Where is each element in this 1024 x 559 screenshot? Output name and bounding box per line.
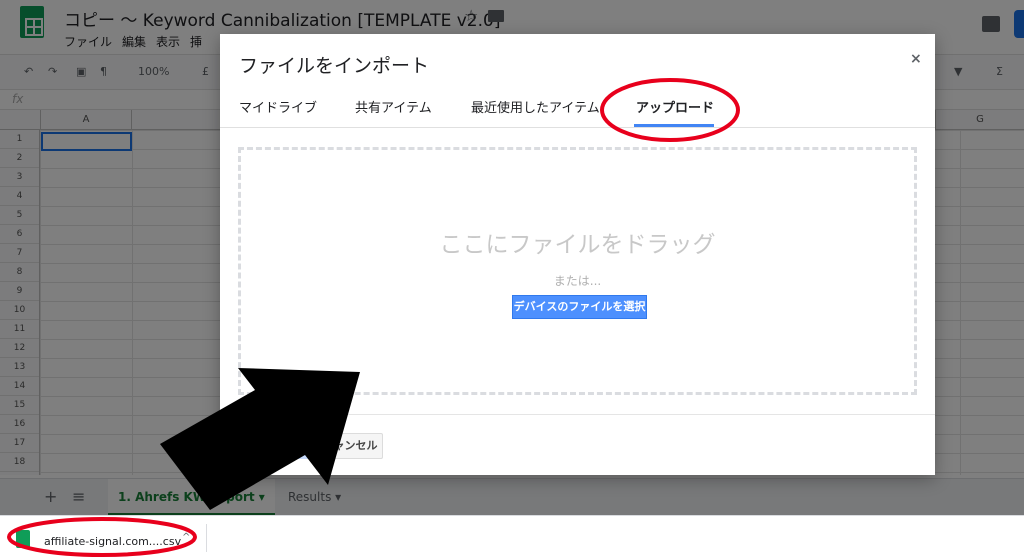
select-file-button[interactable]: デバイスのファイルを選択 — [512, 295, 647, 319]
tab-upload[interactable]: アップロード — [636, 97, 714, 116]
chevron-up-icon[interactable]: ^ — [182, 532, 190, 543]
tab-my-drive[interactable]: マイドライブ — [239, 97, 317, 116]
close-icon[interactable]: × — [910, 51, 922, 67]
dialog-title: ファイルをインポート — [239, 55, 430, 77]
dialog-footer: 開く キャンセル — [220, 414, 935, 475]
csv-file-icon — [16, 530, 30, 548]
divider — [206, 524, 207, 552]
active-tab-indicator — [634, 124, 714, 127]
import-file-dialog: ファイルをインポート × マイドライブ 共有アイテム 最近使用したアイテム アッ… — [220, 34, 935, 475]
tab-recent[interactable]: 最近使用したアイテム — [471, 97, 600, 116]
or-label: または... — [553, 274, 602, 288]
file-drop-zone[interactable]: ここにファイルをドラッグ または... デバイスのファイルを選択 — [238, 147, 917, 395]
drag-hint: ここにファイルをドラッグ — [439, 232, 716, 258]
cancel-button[interactable]: キャンセル — [317, 433, 383, 459]
open-button[interactable]: 開く — [238, 433, 312, 459]
download-filename[interactable]: affiliate-signal.com....csv — [44, 535, 181, 548]
tab-shared[interactable]: 共有アイテム — [355, 97, 432, 116]
dialog-tabs: マイドライブ 共有アイテム 最近使用したアイテム アップロード — [220, 90, 935, 128]
download-bar: affiliate-signal.com....csv ^ — [0, 515, 1024, 559]
